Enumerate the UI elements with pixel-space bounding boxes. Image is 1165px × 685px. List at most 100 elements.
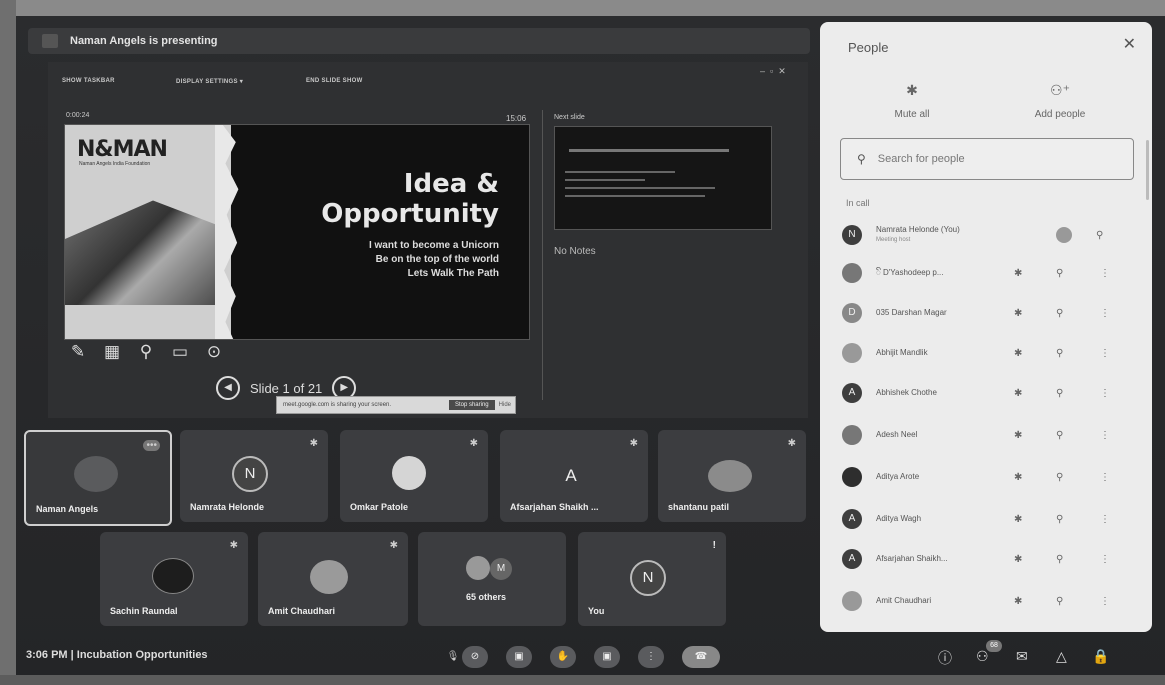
host-controls-icon[interactable]: 🔒	[1092, 648, 1109, 665]
more-options-icon[interactable]: ⋮	[1100, 308, 1110, 319]
pin-icon[interactable]: ⚲	[1056, 308, 1063, 319]
more-options-icon[interactable]: ⋮	[1100, 554, 1110, 565]
participant-name: Namrata Helonde	[190, 502, 265, 512]
participant-row[interactable]: Amit Chaudhari ✱ ⚲ ⋮	[842, 586, 1132, 616]
photo-frame-bottom	[0, 675, 1165, 685]
participant-name: Namrata Helonde (You) Meeting host	[876, 225, 1006, 245]
avatar: N	[842, 225, 862, 245]
panel-scrollbar[interactable]	[1146, 140, 1149, 200]
participant-tile[interactable]: N ✱ Namrata Helonde	[180, 430, 328, 522]
slide-title-line1: Idea &	[403, 169, 499, 199]
mic-off-icon: ✱	[787, 438, 796, 449]
window-controls[interactable]: – ▫ ✕	[760, 66, 786, 77]
others-count: 65 others	[466, 592, 507, 602]
people-icon[interactable]: ⚇	[976, 648, 989, 665]
participant-tile[interactable]: ✱ Omkar Patole	[340, 430, 488, 522]
participant-name: Amit Chaudhari	[876, 596, 932, 605]
end-call-button[interactable]: ☎	[682, 646, 720, 668]
info-icon[interactable]: ⓘ	[938, 648, 952, 668]
participant-tile[interactable]: ••• Naman Angels	[24, 430, 172, 526]
speaker-notes: No Notes	[554, 246, 596, 257]
show-taskbar-button[interactable]: SHOW TASKBAR	[62, 78, 115, 84]
mic-off-icon: ✱	[389, 540, 398, 551]
mic-off-icon: ✱	[1014, 513, 1023, 525]
others-tile[interactable]: M 65 others	[418, 532, 566, 626]
presenting-text: Naman Angels is presenting	[70, 35, 218, 47]
participant-row[interactable]: N Namrata Helonde (You) Meeting host ⚲	[842, 220, 1132, 250]
more-icon[interactable]: •••	[143, 440, 160, 451]
mute-all-button[interactable]: ✱ Mute all	[862, 82, 962, 120]
pin-icon[interactable]: ⚲	[1056, 514, 1063, 525]
participant-name: Afsarjahan Shaikh...	[876, 554, 948, 563]
speaking-icon	[1056, 227, 1072, 243]
participant-tile[interactable]: ✱ Amit Chaudhari	[258, 532, 408, 626]
participant-row[interactable]: ꦼ D'Yashodeep p... ✱ ⚲ ⋮	[842, 258, 1132, 288]
add-people-button[interactable]: ⚇⁺ Add people	[1010, 82, 1110, 120]
chat-icon[interactable]: ✉	[1016, 648, 1028, 665]
participant-row[interactable]: A Afsarjahan Shaikh... ✱ ⚲ ⋮	[842, 544, 1132, 574]
present-button[interactable]: ▣	[594, 646, 620, 668]
participant-name-text: Namrata Helonde (You)	[876, 225, 960, 234]
pin-icon[interactable]: ⚲	[1056, 596, 1063, 607]
camera-off-button[interactable]: ⊘	[462, 646, 488, 668]
participant-tile[interactable]: ✱ shantanu patil	[658, 430, 806, 522]
pin-icon[interactable]: ⚲	[1056, 268, 1063, 279]
pin-icon[interactable]: ⚲	[1056, 430, 1063, 441]
next-slide-preview[interactable]	[554, 126, 772, 230]
hide-share-bar-button[interactable]: Hide	[499, 402, 511, 408]
more-options-icon[interactable]: ⋮	[1100, 430, 1110, 441]
search-people-input[interactable]: ⚲ Search for people	[840, 138, 1134, 180]
avatar: A	[842, 549, 862, 569]
participant-name: Abhishek Chothe	[876, 388, 937, 397]
captions-button[interactable]: ▣	[506, 646, 532, 668]
pin-icon[interactable]: ⚲	[1096, 230, 1103, 241]
self-tile[interactable]: N ! You	[578, 532, 726, 626]
more-options-icon[interactable]: ⋮	[1100, 388, 1110, 399]
preview-line	[565, 171, 675, 173]
more-options-icon[interactable]: ⋮	[1100, 514, 1110, 525]
more-options-icon[interactable]: ⋮	[1100, 348, 1110, 359]
participant-row[interactable]: Aditya Arote ✱ ⚲ ⋮	[842, 462, 1132, 492]
slide-timer: 0:00:24	[66, 112, 90, 119]
preview-line	[565, 179, 645, 181]
add-person-icon: ⚇⁺	[1050, 82, 1070, 98]
participant-row[interactable]: A Abhishek Chothe ✱ ⚲ ⋮	[842, 378, 1132, 408]
photo-frame-top	[0, 0, 1165, 16]
participant-row[interactable]: Adesh Neel ✱ ⚲ ⋮	[842, 420, 1132, 450]
mic-off-icon: ✱	[1014, 387, 1023, 399]
add-people-label: Add people	[1034, 109, 1086, 120]
end-slide-show-button[interactable]: END SLIDE SHOW	[306, 78, 363, 84]
more-options-icon[interactable]: ⋮	[1100, 596, 1110, 607]
pin-icon[interactable]: ⚲	[1056, 388, 1063, 399]
stop-sharing-button[interactable]: Stop sharing	[448, 400, 495, 410]
pin-icon[interactable]: ⚲	[1056, 348, 1063, 359]
participant-name: Naman Angels	[36, 504, 99, 514]
avatar	[466, 556, 490, 580]
previous-slide-button[interactable]: ◀	[216, 376, 240, 400]
more-options-button[interactable]: ⋮	[638, 646, 664, 668]
participant-name: Adesh Neel	[876, 430, 918, 439]
see-all-slides-icon[interactable]: ▦	[102, 342, 122, 362]
more-options-icon[interactable]: ⊙	[204, 342, 224, 362]
avatar	[842, 467, 862, 487]
participant-tile[interactable]: ✱ Sachin Raundal	[100, 532, 248, 626]
close-icon[interactable]: ✕	[1123, 34, 1136, 54]
participant-tile[interactable]: A ✱ Afsarjahan Shaikh ...	[500, 430, 648, 522]
participant-row[interactable]: A Aditya Wagh ✱ ⚲ ⋮	[842, 504, 1132, 534]
zoom-icon[interactable]: ⚲	[136, 342, 156, 362]
participant-row[interactable]: D 035 Darshan Magar ✱ ⚲ ⋮	[842, 298, 1132, 328]
pin-icon[interactable]: ⚲	[1056, 472, 1063, 483]
more-options-icon[interactable]: ⋮	[1100, 268, 1110, 279]
activities-icon[interactable]: △	[1056, 648, 1067, 665]
slide-brand-subtitle: Naman Angels India Foundation	[79, 161, 151, 167]
pen-icon[interactable]: ✎	[68, 342, 88, 362]
participant-row[interactable]: Abhijit Mandlik ✱ ⚲ ⋮	[842, 338, 1132, 368]
pin-icon[interactable]: ⚲	[1056, 554, 1063, 565]
presenter-divider	[542, 110, 543, 400]
annotation-toolbar: ✎ ▦ ⚲ ▭ ⊙	[68, 342, 224, 362]
screen-icon[interactable]: ▭	[170, 342, 190, 362]
display-settings-button[interactable]: DISPLAY SETTINGS ▾	[176, 78, 243, 85]
more-options-icon[interactable]: ⋮	[1100, 472, 1110, 483]
people-panel: People ✕ ✱ Mute all ⚇⁺ Add people ⚲ Sear…	[820, 22, 1152, 632]
raise-hand-button[interactable]: ✋	[550, 646, 576, 668]
